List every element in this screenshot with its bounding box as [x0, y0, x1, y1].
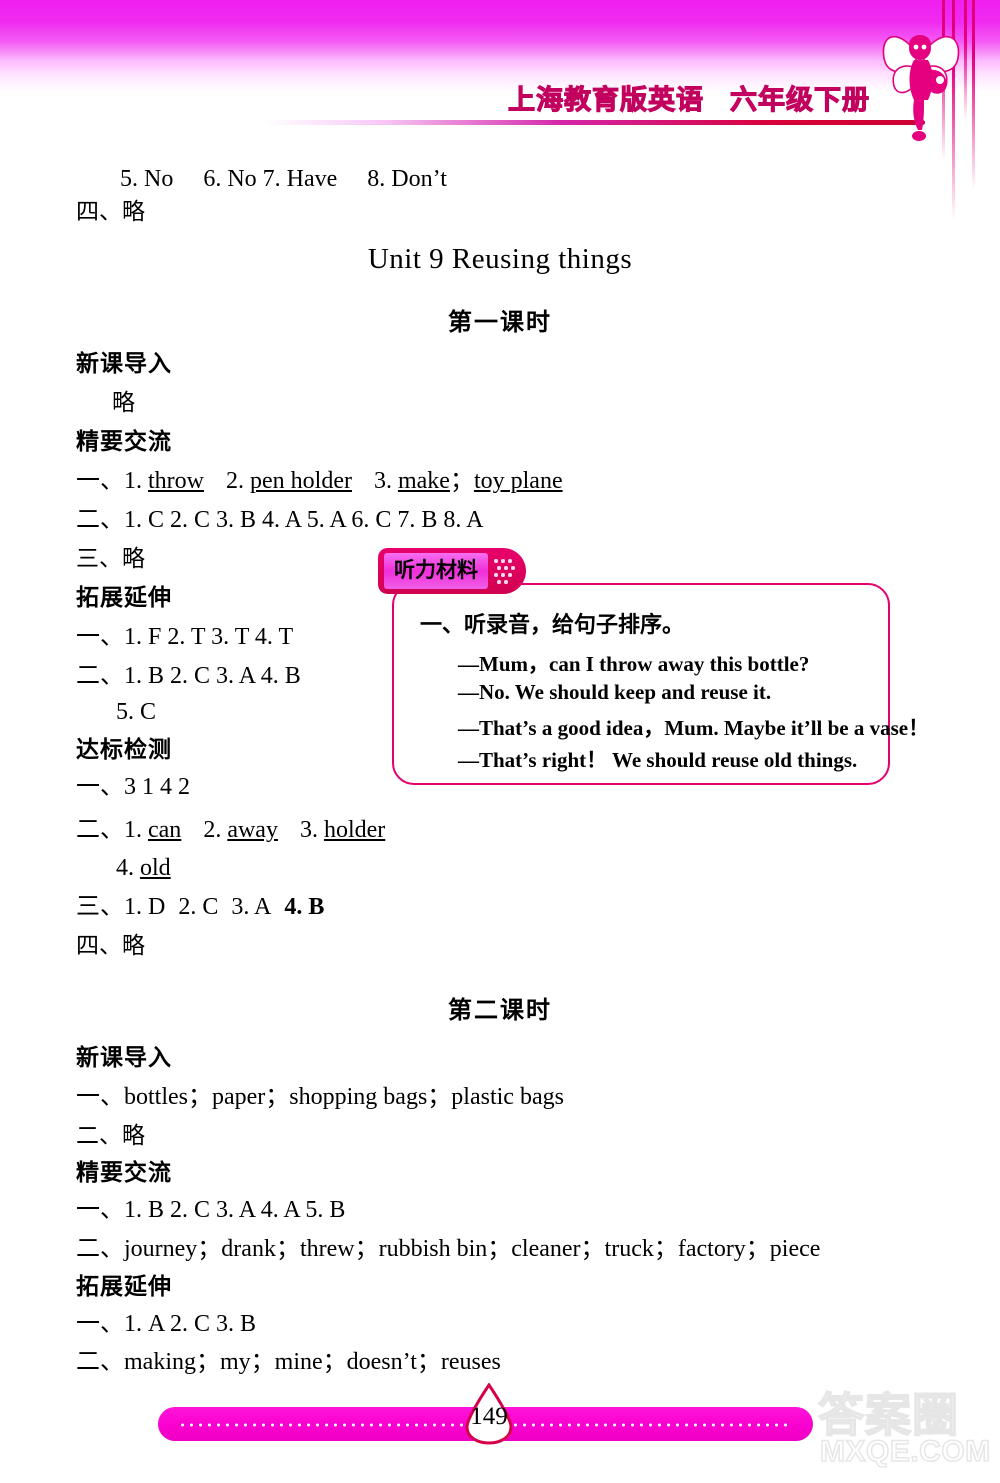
- listening-line-3: —That’s right！ We should reuse old thing…: [458, 748, 858, 772]
- lesson1-section-2-line-1: 二、1. B 2. C 3. A 4. B: [76, 663, 301, 689]
- lesson1-section-1-line-1: 二、1. C 2. C 3. B 4. A 5. A 6. C 7. B 8. …: [76, 507, 484, 533]
- book-title-grade: 六年级下册: [729, 84, 870, 115]
- lesson2-section-1-heading: 精要交流: [76, 1159, 172, 1185]
- fairy-icon: [882, 35, 960, 141]
- book-title: 上海教育版英语 六年级下册: [230, 78, 870, 117]
- book-title-series: 上海教育版英语: [507, 84, 704, 115]
- prev-item-four: 四、略: [76, 198, 145, 224]
- watermark: 答案圈 MXQE.COM: [812, 1379, 992, 1475]
- lesson1-section-1-line-0: 一、1. throw 2. pen holder 3. make；toy plane: [76, 468, 563, 494]
- lesson1-section-2-line-0: 一、1. F 2. T 3. T 4. T: [76, 624, 294, 650]
- lesson1-section-1-heading: 精要交流: [76, 428, 172, 454]
- lesson1-section-1-line-2: 三、略: [76, 545, 145, 571]
- lesson2-section-1-line-0: 一、1. B 2. C 3. A 4. A 5. B: [76, 1197, 346, 1223]
- page-number: 149: [470, 1403, 508, 1430]
- tab-dot-pattern-icon: [494, 557, 520, 585]
- lesson2-section-0-line-1: 二、略: [76, 1122, 145, 1148]
- lesson2-section-2-line-1: 二、making；my；mine；doesn’t；reuses: [76, 1349, 501, 1375]
- prev-answer-line: 5. No 6. No 7. Have 8. Don’t: [120, 166, 447, 192]
- lesson1-section-3-line-0: 一、3 1 4 2: [76, 774, 190, 800]
- lesson2-section-0-heading: 新课导入: [76, 1044, 172, 1070]
- listening-line-0: —Mum，can I throw away this bottle?: [458, 652, 810, 676]
- lesson1-section-0-heading: 新课导入: [76, 350, 172, 376]
- unit-title: Unit 9 Reusing things: [367, 243, 633, 275]
- lesson1-title: 第一课时: [448, 309, 552, 336]
- listening-material-body: 一、听录音，给句子排序。 —Mum，can I throw away this …: [394, 585, 929, 787]
- lesson2-section-0-line-0: 一、bottles；paper；shopping bags；plastic ba…: [76, 1084, 564, 1110]
- lesson1-section-3-line-4: 四、略: [76, 932, 145, 958]
- lesson2-title: 第二课时: [448, 997, 552, 1024]
- lesson2-section-2-heading: 拓展延伸: [76, 1273, 172, 1299]
- lesson1-section-3-line-3: 三、1. D 2. C 3. A 4. B: [76, 894, 325, 920]
- listening-tab-label: 听力材料: [394, 559, 478, 582]
- lesson2-section-1-line-1: 二、journey；drank；threw；rubbish bin；cleane…: [76, 1236, 821, 1262]
- lesson1-section-3-line-2: 4. old: [116, 855, 171, 881]
- lesson1-section-3-line-1: 二、1. can 2. away 3. holder: [76, 817, 386, 843]
- lesson1-section-2-line-2: 5. C: [116, 699, 157, 725]
- listening-line-2: —That’s a good idea，Mum. Maybe it’ll be …: [458, 716, 930, 740]
- title-underline-rule: [265, 120, 925, 125]
- listening-material-box: 一、听录音，给句子排序。 —Mum，can I throw away this …: [392, 583, 929, 787]
- lesson1-section-0-line-0: 略: [112, 389, 135, 415]
- watermark-domain: MXQE.COM: [819, 1434, 991, 1469]
- listening-question: 一、听录音，给句子排序。: [420, 612, 685, 637]
- lesson2-section-2-line-0: 一、1. A 2. C 3. B: [76, 1311, 257, 1337]
- lesson1-section-2-heading: 拓展延伸: [76, 584, 172, 610]
- listening-material-tab: 听力材料: [378, 548, 526, 594]
- lesson1-section-3-heading: 达标检测: [76, 736, 172, 762]
- listening-line-1: —No. We should keep and reuse it.: [458, 680, 772, 704]
